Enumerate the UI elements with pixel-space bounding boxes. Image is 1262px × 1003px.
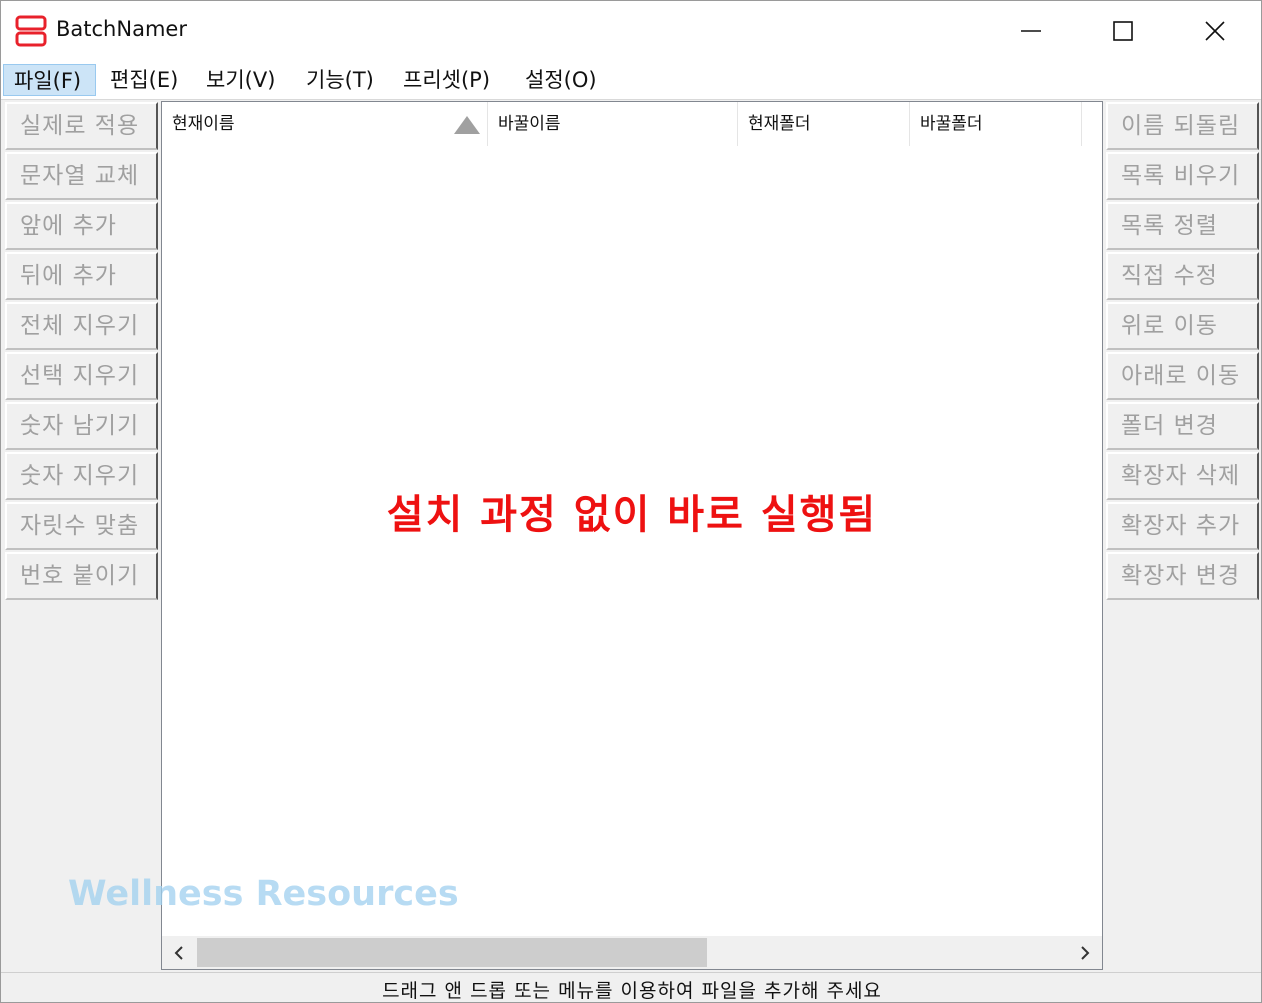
window-title: BatchNamer — [56, 17, 187, 41]
maximize-button[interactable] — [1077, 1, 1169, 61]
replace-string-button[interactable]: 문자열 교체 — [5, 152, 158, 200]
keep-digits-button[interactable]: 숫자 남기기 — [5, 402, 158, 450]
status-text: 드래그 앤 드롭 또는 메뉴를 이용하여 파일을 추가해 주세요 — [382, 980, 882, 1002]
delete-extension-button[interactable]: 확장자 삭제 — [1106, 452, 1259, 500]
menu-bar: 파일(F) 편집(E) 보기(V) 기능(T) 프리셋(P) 설정(O) — [1, 61, 1261, 100]
overlay-caption: 설치 과정 없이 바로 실행됨 — [386, 492, 878, 538]
chevron-right-icon — [1081, 945, 1090, 960]
watermark: Wellness Resources — [68, 874, 459, 914]
menu-file[interactable]: 파일(F) — [3, 64, 96, 96]
menu-settings[interactable]: 설정(O) — [515, 64, 607, 96]
menu-function[interactable]: 기능(T) — [296, 64, 384, 96]
title-bar: BatchNamer — [1, 1, 1261, 61]
scroll-right-button[interactable] — [1068, 936, 1102, 969]
menu-preset[interactable]: 프리셋(P) — [393, 64, 500, 96]
minimize-button[interactable] — [985, 1, 1077, 61]
scroll-left-button[interactable] — [162, 936, 196, 969]
add-numbering-button[interactable]: 번호 붙이기 — [5, 552, 158, 600]
revert-name-button[interactable]: 이름 되돌림 — [1106, 102, 1259, 150]
app-window: BatchNamer 파일(F) 편집(E) 보기(V) 기능(T) 프리셋(P… — [0, 0, 1262, 1003]
edit-directly-button[interactable]: 직접 수정 — [1106, 252, 1259, 300]
column-current-folder[interactable]: 현재폴더 — [738, 102, 910, 146]
move-down-button[interactable]: 아래로 이동 — [1106, 352, 1259, 400]
add-extension-button[interactable]: 확장자 추가 — [1106, 502, 1259, 550]
move-up-button[interactable]: 위로 이동 — [1106, 302, 1259, 350]
change-extension-button[interactable]: 확장자 변경 — [1106, 552, 1259, 600]
minimize-icon — [1021, 30, 1041, 32]
sort-ascending-icon — [454, 116, 480, 134]
batchnamer-logo-icon — [15, 15, 47, 47]
file-list[interactable]: 현재이름 바꿀이름 현재폴더 바꿀폴더 설치 과정 없이 바로 실행됨 Well… — [68, 101, 1103, 970]
remove-digits-button[interactable]: 숫자 지우기 — [5, 452, 158, 500]
sort-list-button[interactable]: 목록 정렬 — [1106, 202, 1259, 250]
add-suffix-button[interactable]: 뒤에 추가 — [5, 252, 158, 300]
clear-all-button[interactable]: 전체 지우기 — [5, 302, 158, 350]
clear-list-button[interactable]: 목록 비우기 — [1106, 152, 1259, 200]
menu-view[interactable]: 보기(V) — [196, 64, 285, 96]
column-current-name[interactable]: 현재이름 — [162, 102, 488, 146]
close-button[interactable] — [1169, 1, 1261, 61]
maximize-icon — [1113, 21, 1133, 41]
column-new-name[interactable]: 바꿀이름 — [488, 102, 738, 146]
chevron-left-icon — [174, 945, 183, 960]
column-new-folder[interactable]: 바꿀폴더 — [910, 102, 1082, 146]
column-current-name-label: 현재이름 — [172, 114, 235, 134]
horizontal-scrollbar[interactable] — [162, 936, 1102, 969]
status-bar: 드래그 앤 드롭 또는 메뉴를 이용하여 파일을 추가해 주세요 — [1, 972, 1261, 1002]
clear-selected-button[interactable]: 선택 지우기 — [5, 352, 158, 400]
apply-button[interactable]: 실제로 적용 — [5, 102, 158, 150]
menu-edit[interactable]: 편집(E) — [100, 64, 188, 96]
scroll-thumb[interactable] — [197, 938, 707, 967]
change-folder-button[interactable]: 폴더 변경 — [1106, 402, 1259, 450]
close-icon — [1205, 21, 1225, 41]
pad-digits-button[interactable]: 자릿수 맞춤 — [5, 502, 158, 550]
add-prefix-button[interactable]: 앞에 추가 — [5, 202, 158, 250]
